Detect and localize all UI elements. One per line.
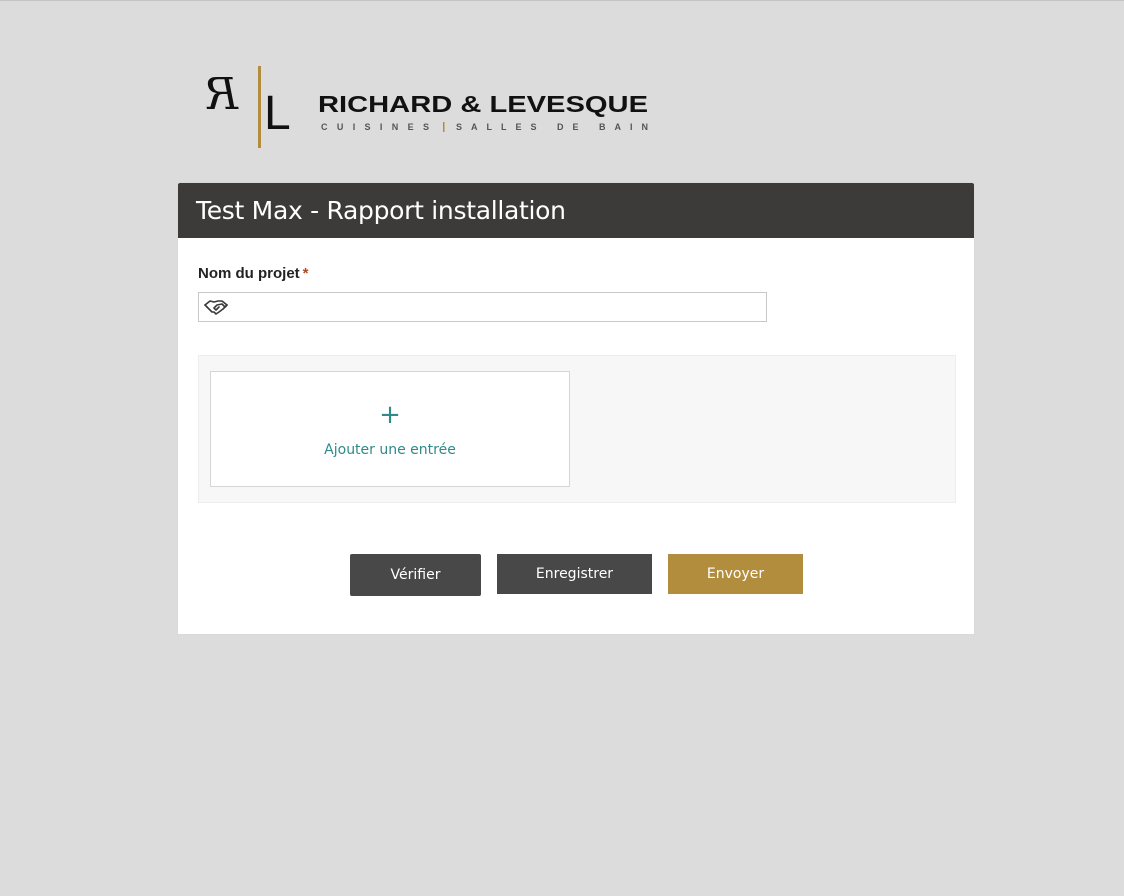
add-entry-label: Ajouter une entrée bbox=[324, 442, 456, 458]
project-name-field[interactable] bbox=[198, 292, 767, 322]
project-name-label: Nom du projet * bbox=[198, 265, 309, 282]
save-button[interactable]: Enregistrer bbox=[497, 554, 652, 594]
form-card: Test Max - Rapport installation Nom du p… bbox=[177, 182, 975, 635]
entries-section: + Ajouter une entrée bbox=[198, 355, 956, 503]
logo-gold-divider bbox=[258, 66, 261, 148]
logo-monogram-left: R bbox=[205, 69, 239, 120]
plus-icon: + bbox=[379, 400, 401, 430]
handshake-icon bbox=[199, 293, 233, 321]
send-button[interactable]: Envoyer bbox=[668, 554, 803, 594]
project-name-input[interactable] bbox=[233, 293, 766, 321]
logo-tagline-left: CUISINES bbox=[321, 122, 429, 132]
project-name-label-text: Nom du projet bbox=[198, 265, 300, 282]
add-entry-button[interactable]: + Ajouter une entrée bbox=[210, 371, 570, 487]
required-marker: * bbox=[302, 265, 309, 282]
brand-logo: R L RICHARD & LEVESQUE CUISINES SALLES D… bbox=[200, 63, 660, 151]
brand-logo-graphic: R L RICHARD & LEVESQUE CUISINES SALLES D… bbox=[205, 66, 648, 148]
logo-tagline-right: SALLES DE BAIN bbox=[456, 122, 648, 132]
logo-company-name: RICHARD & LEVESQUE bbox=[318, 91, 648, 117]
logo-tagline-divider bbox=[443, 122, 445, 132]
form-title: Test Max - Rapport installation bbox=[196, 196, 566, 225]
logo-monogram-right: L bbox=[264, 87, 291, 140]
form-header: Test Max - Rapport installation bbox=[178, 183, 974, 238]
verify-button[interactable]: Vérifier bbox=[350, 554, 481, 596]
